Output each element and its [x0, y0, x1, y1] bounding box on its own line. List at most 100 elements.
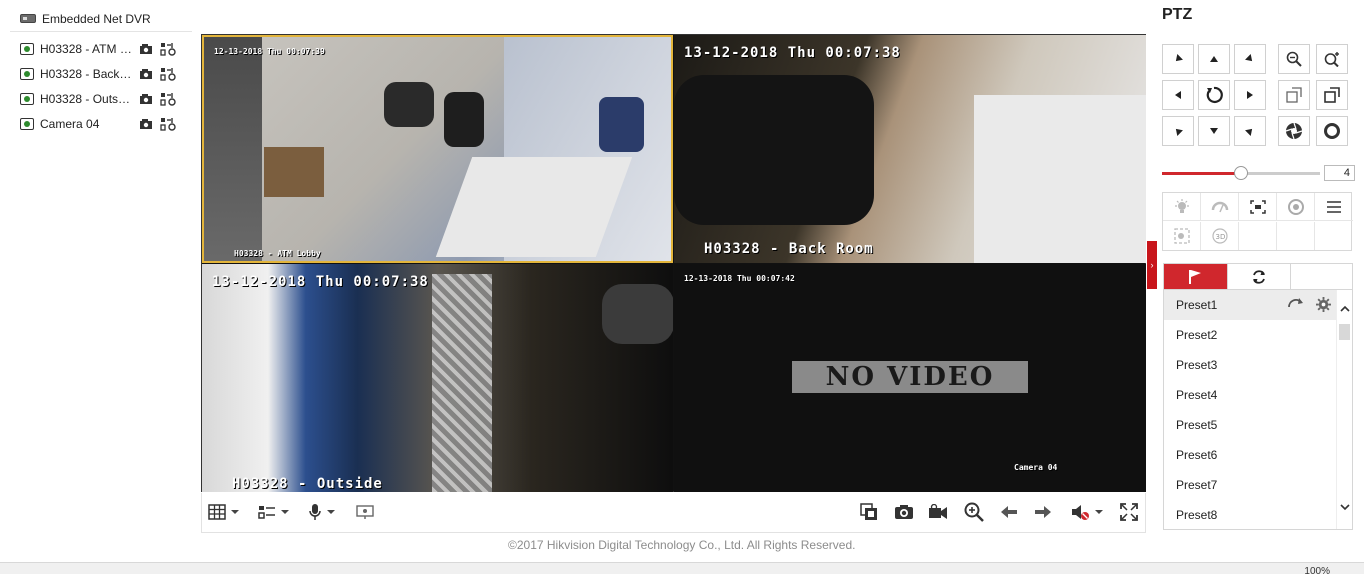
tab-pattern[interactable] — [1291, 264, 1352, 289]
preset-scrollbar[interactable] — [1336, 290, 1352, 529]
zoom-in-button[interactable] — [1316, 44, 1348, 74]
ptz-right-button[interactable] — [1234, 80, 1266, 110]
preset-item[interactable]: Preset5 — [1164, 410, 1337, 440]
camera-item[interactable]: H03328 - ATM Lobby — [10, 36, 192, 61]
ptz-speed-slider[interactable] — [1162, 166, 1320, 180]
video-tile-3[interactable]: 13-12-2018 Thu 00:07:38 H03328 - Outside — [202, 264, 673, 492]
preset-item[interactable]: Preset2 — [1164, 320, 1337, 350]
zoom-level[interactable]: 100% — [1304, 566, 1330, 574]
chevron-down-icon — [327, 510, 335, 514]
chevron-up-icon[interactable] — [1340, 304, 1350, 314]
video-tile-4[interactable]: 12-13-2018 Thu 00:07:42 NO VIDEO Camera … — [674, 264, 1146, 492]
preset-item[interactable]: Preset3 — [1164, 350, 1337, 380]
camera-item[interactable]: H03328 - Back Room — [10, 61, 192, 86]
chevron-down-icon — [281, 510, 289, 514]
camera-item[interactable]: H03328 - Outside — [10, 86, 192, 111]
preset-item[interactable]: Preset6 — [1164, 440, 1337, 470]
iris-close-button[interactable] — [1278, 116, 1310, 146]
camera-icon — [20, 42, 34, 55]
start-preview-button[interactable] — [138, 67, 154, 81]
preset-item[interactable]: Preset4 — [1164, 380, 1337, 410]
zoom-out-button[interactable] — [1278, 44, 1310, 74]
digital-zoom-button[interactable] — [964, 501, 984, 523]
iris-open-button[interactable] — [1316, 116, 1348, 146]
function-slot-10 — [1315, 222, 1353, 250]
focus-far-button[interactable] — [1316, 80, 1348, 110]
stream-settings-button[interactable] — [160, 92, 176, 106]
menu-icon — [1327, 201, 1341, 213]
status-bar: 100% — [0, 562, 1364, 574]
preset-actions — [1288, 297, 1331, 312]
microphone-button[interactable] — [308, 501, 335, 523]
volume-button[interactable] — [1070, 501, 1103, 523]
manual-tracking-button[interactable] — [1163, 222, 1201, 250]
collapse-panel-button[interactable]: › — [1147, 241, 1157, 289]
layout-button[interactable] — [208, 501, 239, 523]
chevron-down-icon[interactable] — [1340, 502, 1350, 512]
stop-all-icon — [860, 503, 877, 520]
ptz-tabs — [1163, 263, 1353, 290]
prev-page-button[interactable] — [1000, 501, 1018, 523]
3d-zoom-icon: 3D — [1211, 228, 1228, 244]
ptz-up-right-button[interactable] — [1234, 44, 1266, 74]
stream-icon — [160, 92, 176, 106]
stream-settings-button[interactable] — [160, 117, 176, 131]
stream-settings-button[interactable] — [160, 42, 176, 56]
arrow-down-left-icon — [1175, 128, 1183, 136]
alarm-output-button[interactable] — [356, 501, 374, 523]
record-icon — [140, 118, 152, 129]
ptz-down-left-button[interactable] — [1162, 116, 1194, 146]
video-tile-1[interactable]: 12-13-2018 Thu 00:07:39 H03328 - ATM Lob… — [202, 35, 673, 263]
ptz-down-button[interactable] — [1198, 116, 1230, 146]
3d-zoom-button[interactable]: 3D — [1201, 222, 1239, 250]
preset-label: Preset3 — [1176, 358, 1218, 372]
scrollbar-thumb[interactable] — [1339, 324, 1350, 340]
ptz-up-button[interactable] — [1198, 44, 1230, 74]
camera-icon — [20, 67, 34, 80]
fullscreen-button[interactable] — [1120, 501, 1138, 523]
ptz-title: PTZ — [1162, 6, 1193, 23]
preset-item[interactable]: Preset7 — [1164, 470, 1337, 500]
call-preset-icon[interactable] — [1288, 297, 1304, 311]
ptz-down-right-button[interactable] — [1234, 116, 1266, 146]
stream-settings-button[interactable] — [160, 67, 176, 81]
start-preview-button[interactable] — [138, 117, 154, 131]
camera-label: H03328 - ATM Lobby — [40, 41, 132, 56]
start-preview-button[interactable] — [138, 92, 154, 106]
ptz-auto-button[interactable] — [1198, 80, 1230, 110]
preview-toolbar — [201, 493, 1146, 533]
camera-label: Camera 04 — [40, 116, 100, 131]
gear-icon[interactable] — [1316, 297, 1331, 312]
iris-open-icon — [1324, 123, 1340, 139]
chevron-right-icon: › — [1150, 260, 1154, 270]
ptz-left-button[interactable] — [1162, 80, 1194, 110]
lens-init-button[interactable] — [1277, 193, 1315, 221]
record-button[interactable] — [928, 501, 948, 523]
tree-root-dvr[interactable]: Embedded Net DVR — [10, 6, 192, 32]
wiper-button[interactable] — [1201, 193, 1239, 221]
camera-item[interactable]: Camera 04 — [10, 111, 192, 136]
preset-label: Preset2 — [1176, 328, 1218, 342]
ptz-speed-handle[interactable] — [1234, 166, 1248, 180]
stop-all-button[interactable] — [860, 501, 878, 523]
capture-button[interactable] — [894, 501, 914, 523]
video-grid[interactable]: 12-13-2018 Thu 00:07:39 H03328 - ATM Lob… — [201, 34, 1146, 492]
tab-preset[interactable] — [1164, 264, 1228, 289]
start-preview-button[interactable] — [138, 42, 154, 56]
stream-button[interactable] — [258, 501, 289, 523]
ptz-up-left-button[interactable] — [1162, 44, 1194, 74]
next-page-icon — [1035, 506, 1051, 518]
preset-item[interactable]: Preset8 — [1164, 500, 1337, 529]
light-button[interactable] — [1163, 193, 1201, 221]
auxiliary-focus-button[interactable] — [1239, 193, 1277, 221]
video-tile-2[interactable]: 13-12-2018 Thu 00:07:38 H03328 - Back Ro… — [674, 35, 1146, 263]
tile-1-caption: H03328 - ATM Lobby — [234, 249, 321, 258]
preset-item[interactable]: Preset1 — [1164, 290, 1337, 320]
focus-far-icon — [1324, 87, 1340, 103]
patrol-icon — [1252, 269, 1265, 284]
preset-label: Preset7 — [1176, 478, 1218, 492]
focus-near-button[interactable] — [1278, 80, 1310, 110]
next-page-button[interactable] — [1034, 501, 1052, 523]
menu-button[interactable] — [1315, 193, 1353, 221]
tab-patrol[interactable] — [1228, 264, 1292, 289]
